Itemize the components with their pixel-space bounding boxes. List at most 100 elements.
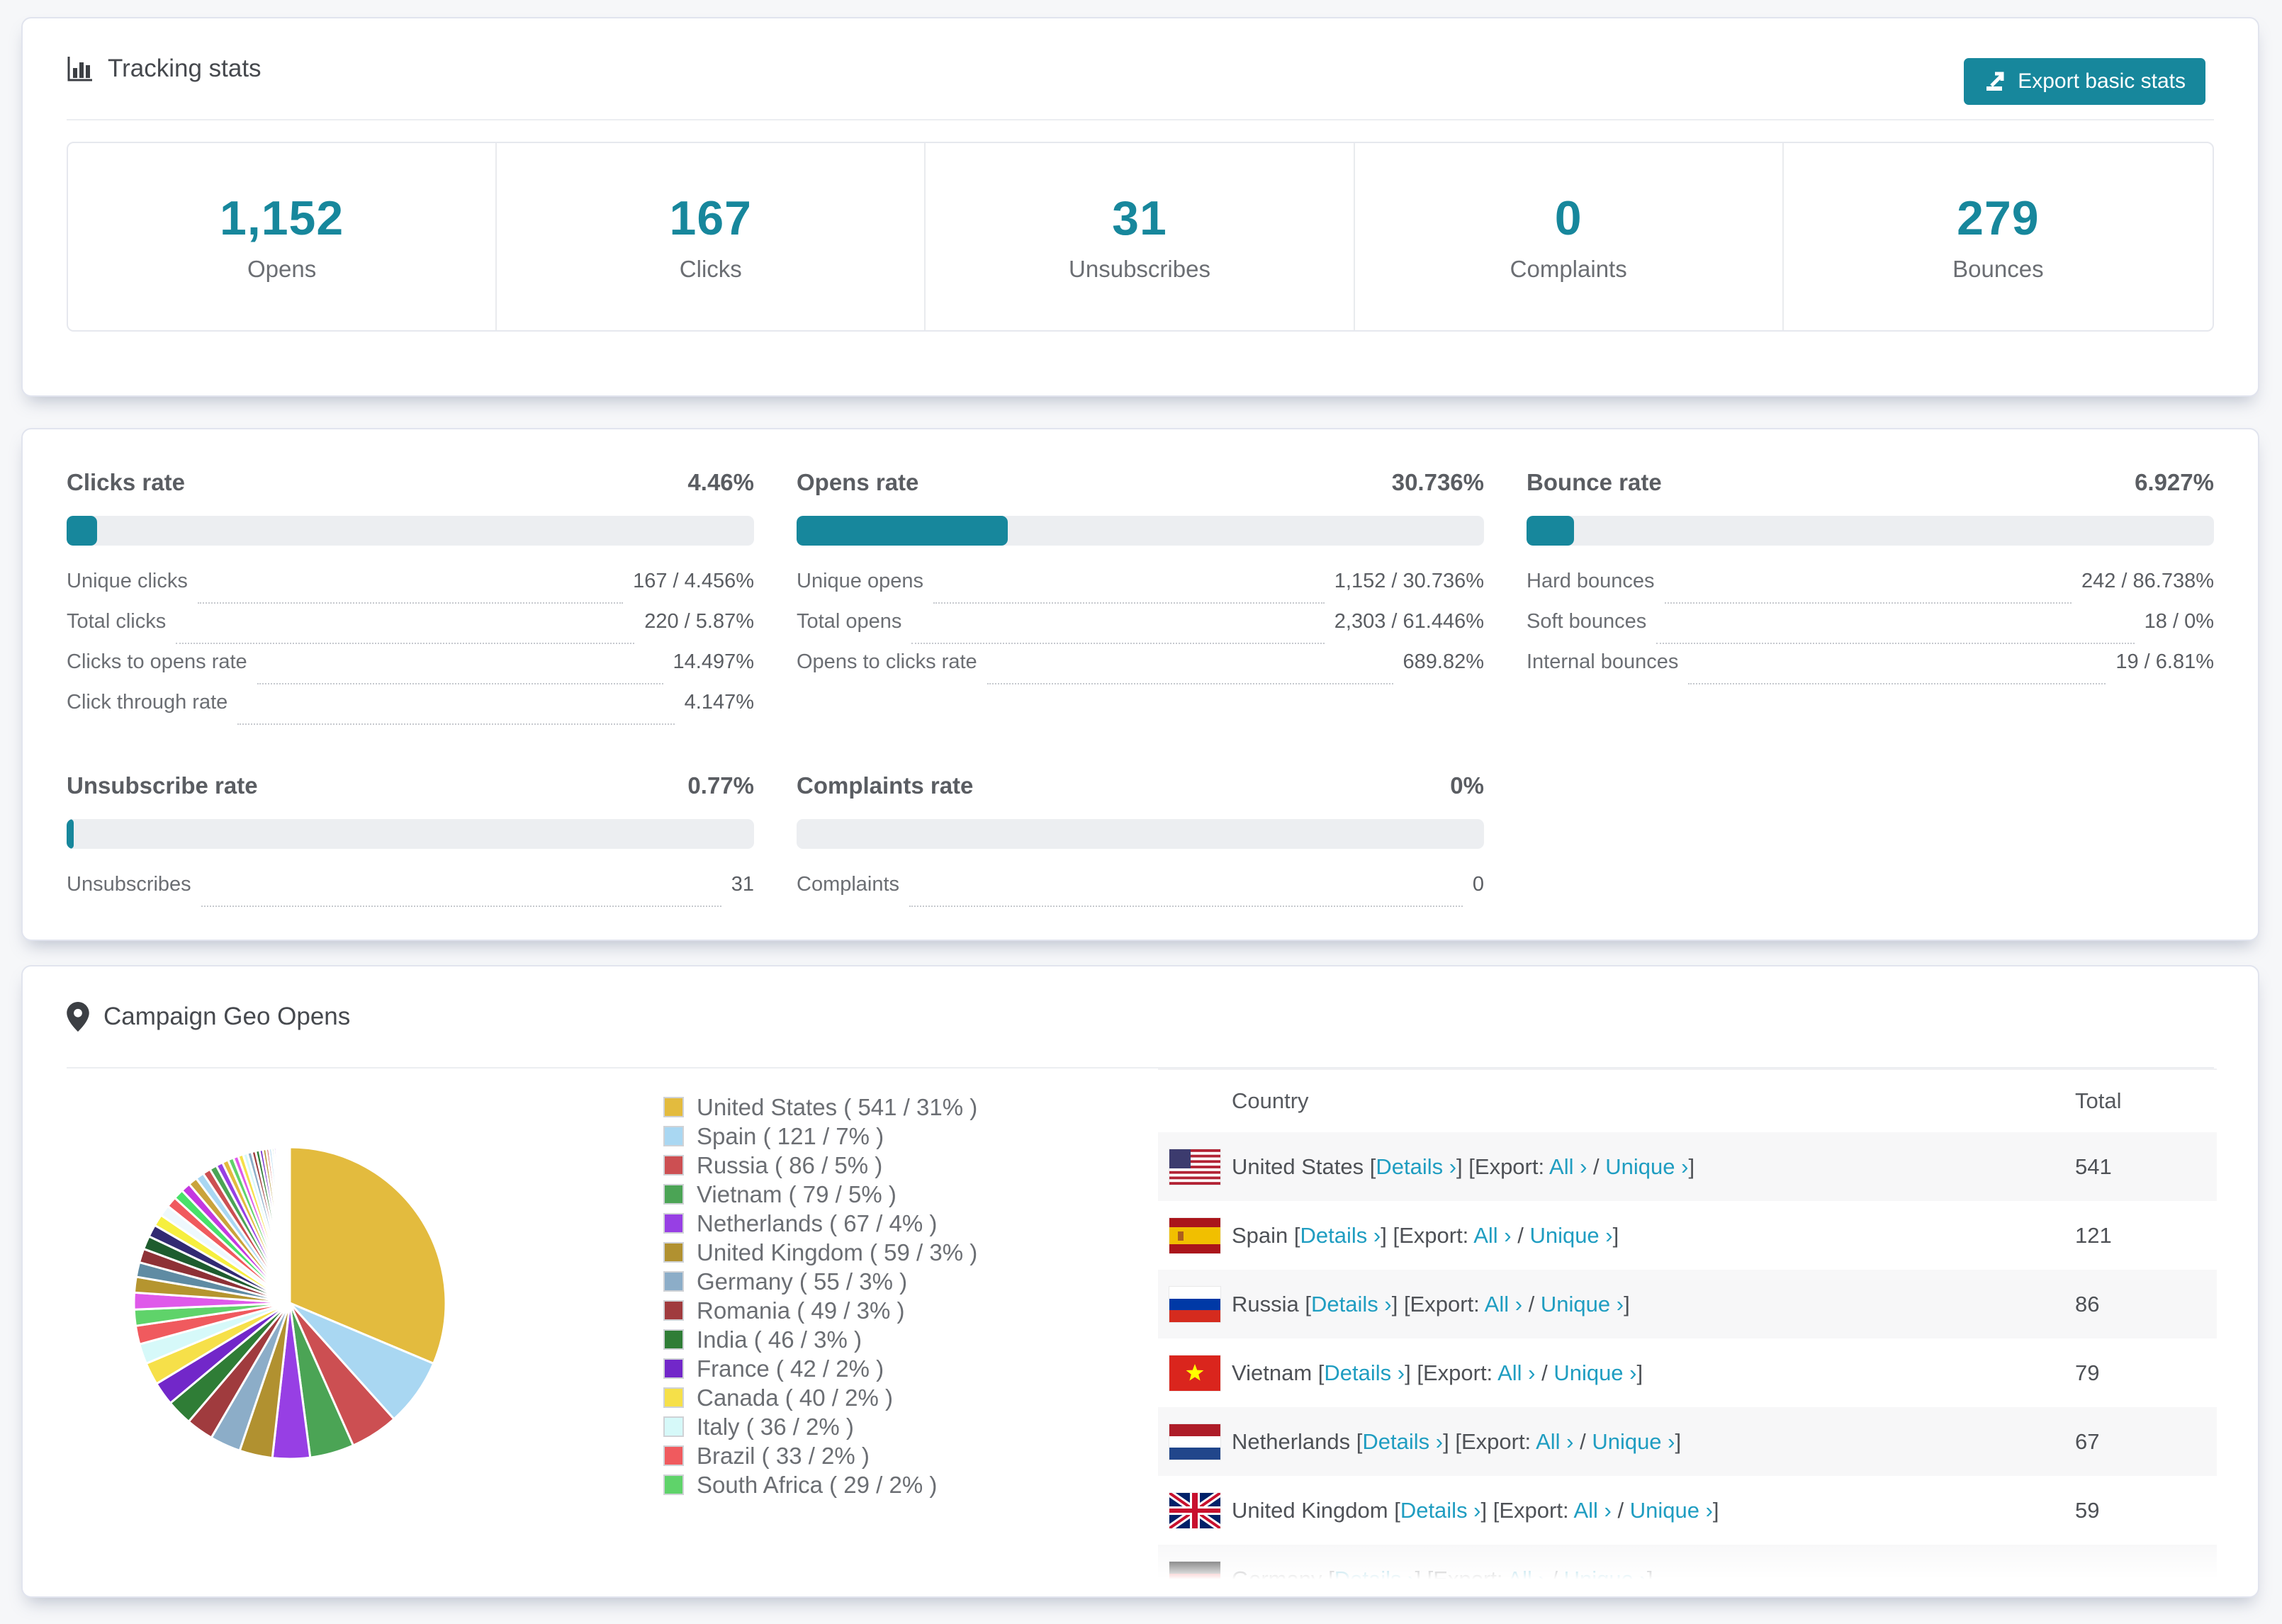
dotted-leader	[909, 906, 1463, 907]
details-link[interactable]: Details ›	[1376, 1154, 1456, 1179]
export-button-label: Export basic stats	[2018, 69, 2186, 93]
summary-stat-label: Complaints	[1510, 256, 1627, 282]
legend-item: United Kingdom ( 59 / 3% )	[663, 1238, 977, 1267]
rate-detail-value: 2,303 / 61.446%	[1334, 610, 1484, 633]
export-all-link[interactable]: All ›	[1536, 1429, 1573, 1454]
bracket: [	[1328, 1566, 1334, 1591]
separator: /	[1587, 1154, 1606, 1179]
pie-slice[interactable]	[288, 1146, 291, 1304]
export-label: [Export:	[1403, 1291, 1485, 1316]
export-unique-link[interactable]: Unique ›	[1541, 1292, 1624, 1316]
export-unique-link[interactable]: Unique ›	[1630, 1498, 1713, 1523]
summary-stat-value: 1,152	[220, 191, 344, 245]
legend-swatch	[663, 1329, 684, 1350]
bracket: ]	[1381, 1222, 1393, 1248]
export-label: [Export:	[1393, 1222, 1474, 1248]
rate-detail-label: Opens to clicks rate	[797, 650, 977, 673]
legend-item: Romania ( 49 / 3% )	[663, 1296, 977, 1325]
bracket: ]	[1612, 1222, 1619, 1248]
rate-block-unsubscribe-rate: Unsubscribe rate 0.77% Unsubscribes 31	[67, 733, 754, 913]
bracket: ]	[1456, 1154, 1469, 1179]
geo-pie-chart[interactable]	[123, 1137, 456, 1470]
rate-detail-label: Hard bounces	[1527, 570, 1655, 592]
export-unique-link[interactable]: Unique ›	[1529, 1223, 1612, 1248]
dotted-leader	[1688, 683, 2106, 684]
dotted-leader	[987, 683, 1393, 684]
rate-block-clicks-rate: Clicks rate 4.46% Unique clicks 167 / 4.456…	[67, 429, 754, 733]
rate-title: Opens rate	[797, 469, 919, 495]
rate-detail-label: Unsubscribes	[67, 873, 191, 896]
legend-label: India ( 46 / 3% )	[697, 1326, 862, 1353]
export-all-link[interactable]: All ›	[1497, 1360, 1535, 1385]
rate-detail-label: Unique opens	[797, 570, 923, 592]
details-link[interactable]: Details ›	[1324, 1360, 1405, 1385]
rate-block-opens-rate: Opens rate 30.736% Unique opens 1,152 / 30.…	[797, 429, 1484, 733]
legend-swatch	[663, 1358, 684, 1379]
dotted-leader	[257, 683, 663, 684]
legend-swatch	[663, 1387, 684, 1408]
legend-item: Vietnam ( 79 / 5% )	[663, 1180, 977, 1209]
export-all-link[interactable]: All ›	[1485, 1292, 1522, 1316]
export-unique-link[interactable]: Unique ›	[1592, 1429, 1675, 1454]
export-unique-link[interactable]: Unique ›	[1564, 1567, 1647, 1591]
export-all-link[interactable]: All ›	[1473, 1223, 1511, 1248]
summary-stats-row: 1,152 Opens 167 Clicks 31 Unsubscribes 0 Compla…	[67, 142, 2214, 332]
rate-detail-row: Click through rate 4.147%	[67, 691, 754, 731]
details-link[interactable]: Details ›	[1311, 1292, 1392, 1316]
legend-swatch	[663, 1097, 684, 1117]
rate-detail-row: Unique opens 1,152 / 30.736%	[797, 570, 1484, 610]
column-total: Total	[2075, 1088, 2122, 1113]
details-link[interactable]: Details ›	[1362, 1429, 1443, 1454]
bracket: ]	[1636, 1360, 1643, 1385]
rate-value: 6.927%	[2135, 469, 2214, 495]
rate-detail-label: Unique clicks	[67, 570, 188, 592]
empty-cell	[1527, 733, 2214, 913]
export-all-link[interactable]: All ›	[1573, 1498, 1611, 1523]
summary-stat-label: Unsubscribes	[1069, 256, 1210, 282]
dotted-leader	[237, 723, 675, 725]
export-all-link[interactable]: All ›	[1507, 1567, 1545, 1591]
bracket: ]	[1624, 1291, 1630, 1316]
export-unique-link[interactable]: Unique ›	[1605, 1154, 1688, 1179]
ru-flag-icon	[1169, 1286, 1220, 1322]
details-link[interactable]: Details ›	[1300, 1223, 1381, 1248]
geo-table-row-ru: Russia [Details ›] [Export: All › / Uniq…	[1158, 1270, 2217, 1338]
export-basic-stats-button[interactable]: Export basic stats	[1964, 58, 2205, 105]
geo-table-row-de: Germany [Details ›] [Export: All › / Uni…	[1158, 1545, 2217, 1596]
rate-title: Complaints rate	[797, 772, 974, 799]
geo-legend: United States ( 541 / 31% ) Spain ( 121 /…	[663, 1093, 977, 1499]
separator: /	[1522, 1291, 1541, 1316]
es-flag-icon	[1169, 1217, 1220, 1253]
rate-detail-value: 31	[731, 873, 754, 896]
summary-stat-bounces: 279 Bounces	[1784, 143, 2213, 330]
bar-chart-icon	[67, 55, 94, 82]
rate-detail-value: 1,152 / 30.736%	[1334, 570, 1484, 592]
rate-progress-fill	[67, 819, 74, 849]
dotted-leader	[1664, 602, 2072, 604]
rate-detail-row: Soft bounces 18 / 0%	[1527, 610, 2214, 650]
legend-swatch	[663, 1300, 684, 1321]
geo-header: Campaign Geo Opens	[67, 966, 2214, 1068]
rate-detail-value: 19 / 6.81%	[2115, 650, 2214, 673]
legend-label: United Kingdom ( 59 / 3% )	[697, 1239, 978, 1265]
summary-stat-value: 167	[669, 191, 753, 245]
summary-stat-label: Bounces	[1952, 256, 2044, 282]
tracking-stats-title: Tracking stats	[108, 55, 262, 82]
geo-title: Campaign Geo Opens	[103, 1003, 351, 1030]
legend-swatch	[663, 1155, 684, 1175]
rate-value: 0.77%	[687, 772, 754, 799]
rate-detail-label: Soft bounces	[1527, 610, 1647, 633]
export-all-link[interactable]: All ›	[1549, 1154, 1587, 1179]
details-link[interactable]: Details ›	[1400, 1498, 1481, 1523]
export-unique-link[interactable]: Unique ›	[1553, 1360, 1636, 1385]
export-icon	[1984, 69, 2008, 94]
legend-item: Brazil ( 33 / 2% )	[663, 1441, 977, 1470]
details-link[interactable]: Details ›	[1334, 1567, 1415, 1591]
export-label: [Export:	[1468, 1154, 1550, 1179]
rate-detail-label: Click through rate	[67, 691, 228, 714]
legend-label: United States ( 541 / 31% )	[697, 1093, 978, 1120]
rate-detail-row: Unique clicks 167 / 4.456%	[67, 570, 754, 610]
country-name: Germany	[1232, 1566, 1329, 1591]
dotted-leader	[911, 643, 1325, 644]
rate-progress-fill	[67, 516, 98, 546]
